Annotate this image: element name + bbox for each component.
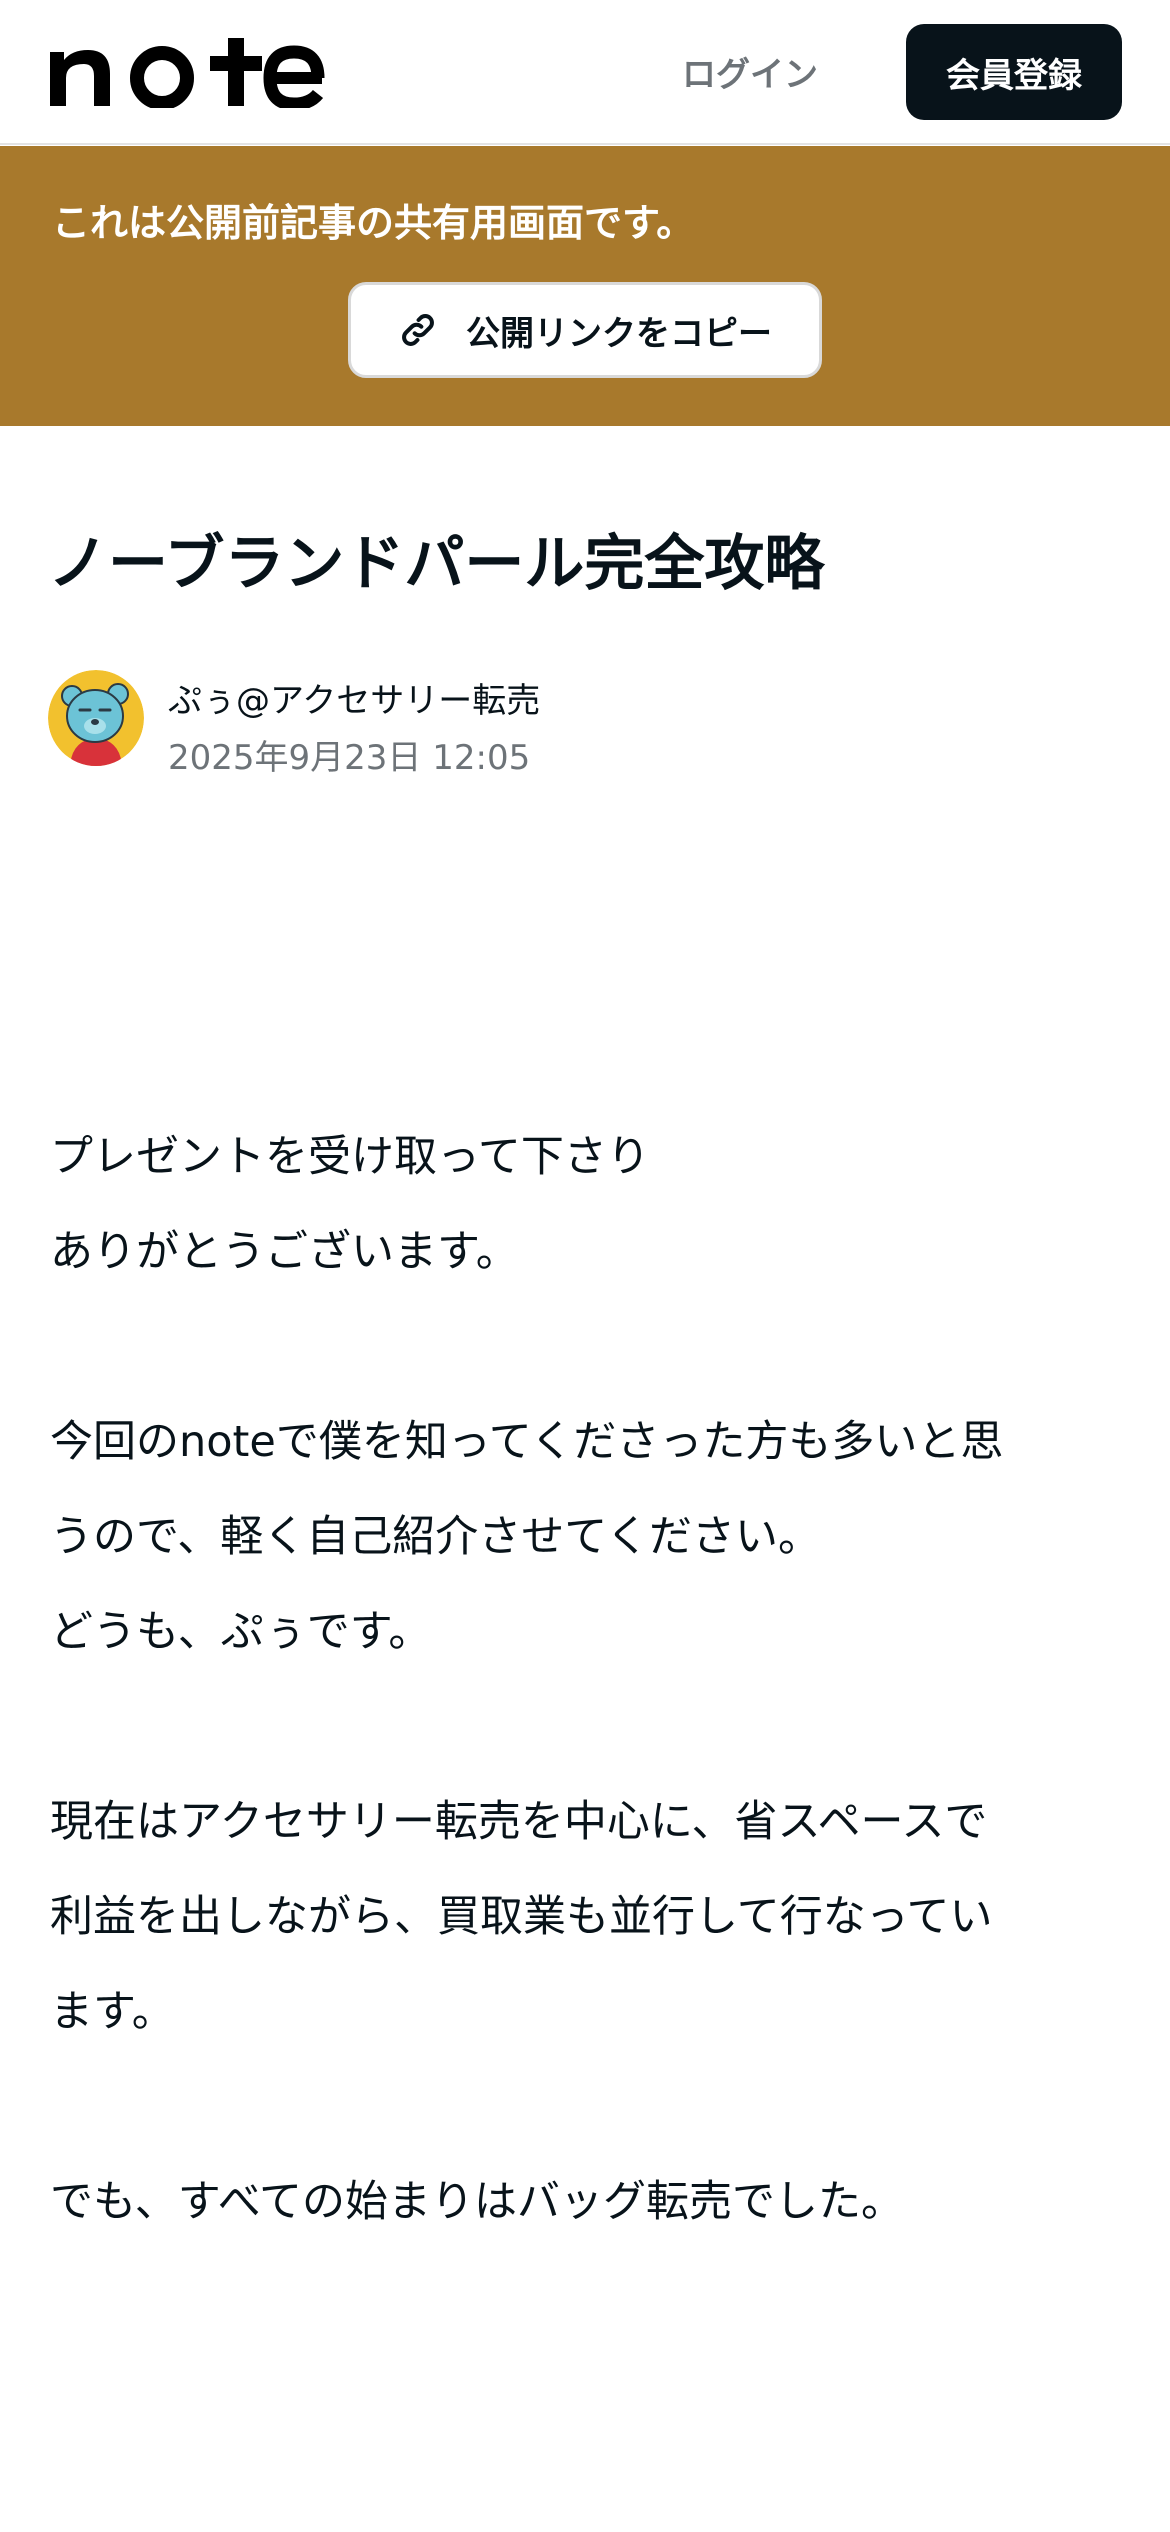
- body-paragraph: でも、すべての始まりはバッグ転売でした。: [50, 2155, 1130, 2250]
- signup-button[interactable]: 会員登録: [906, 24, 1122, 120]
- site-header: ログイン 会員登録: [0, 0, 1170, 145]
- body-paragraph: プレゼントを受け取って下さり ありがとうございます。: [50, 1110, 1130, 1300]
- article-body: プレゼントを受け取って下さり ありがとうございます。 今回のnoteで僕を知って…: [50, 1110, 1130, 2345]
- copy-link-button[interactable]: 公開リンクをコピー: [348, 282, 822, 378]
- body-line: ます。: [50, 1987, 175, 2037]
- copy-link-label: 公開リンクをコピー: [466, 313, 772, 354]
- bear-avatar-icon: [48, 670, 144, 766]
- body-line: うので、軽く自己紹介させてください。: [50, 1512, 821, 1562]
- link-icon: [402, 314, 434, 346]
- note-logo[interactable]: [48, 38, 343, 108]
- body-line: どうも、ぷぅです。: [50, 1607, 432, 1657]
- body-line: 今回のnoteで僕を知ってくださった方も多いと思: [50, 1417, 1004, 1467]
- body-line: ありがとうございます。: [50, 1227, 519, 1277]
- page: ログイン 会員登録 これは公開前記事の共有用画面です。 公開リンクをコピー ノー…: [0, 0, 1170, 2532]
- article-title: ノーブランドパール完全攻略: [48, 529, 825, 599]
- preview-banner: これは公開前記事の共有用画面です。 公開リンクをコピー: [0, 146, 1170, 426]
- body-paragraph: 現在はアクセサリー転売を中心に、省スペースで 利益を出しながら、買取業も並行して…: [50, 1775, 1130, 2060]
- author-name[interactable]: ぷぅ@アクセサリー転売: [168, 673, 540, 722]
- body-line: 利益を出しながら、買取業も並行して行なってい: [50, 1892, 993, 1942]
- body-line: プレゼントを受け取って下さり: [50, 1132, 650, 1182]
- author-avatar[interactable]: [48, 670, 144, 766]
- login-link[interactable]: ログイン: [660, 38, 840, 104]
- banner-message: これは公開前記事の共有用画面です。: [52, 201, 695, 245]
- body-line: 現在はアクセサリー転売を中心に、省スペースで: [50, 1797, 988, 1847]
- body-paragraph: 今回のnoteで僕を知ってくださった方も多いと思 うので、軽く自己紹介させてくだ…: [50, 1395, 1130, 1680]
- body-line: でも、すべての始まりはバッグ転売でした。: [50, 2177, 904, 2227]
- post-date: 2025年9月23日 12:05: [168, 738, 531, 778]
